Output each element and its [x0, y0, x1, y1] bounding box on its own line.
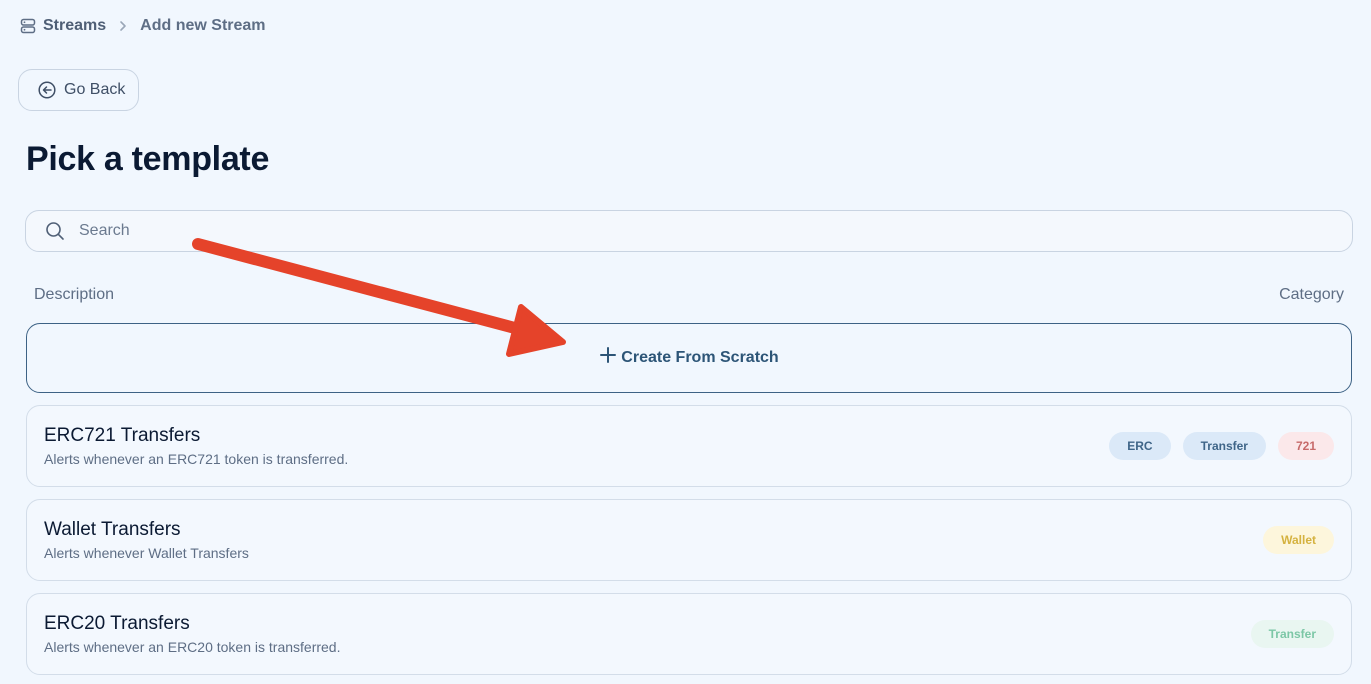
column-header-category: Category: [1279, 286, 1344, 303]
chevron-right-icon: [118, 20, 128, 32]
tag-transfer: Transfer: [1250, 620, 1334, 648]
create-from-scratch-button[interactable]: Create From Scratch: [26, 323, 1352, 393]
template-title: ERC721 Transfers: [44, 425, 201, 446]
search-icon: [45, 221, 65, 241]
tag-erc: ERC: [1109, 432, 1171, 460]
tag-721: 721: [1277, 432, 1334, 460]
breadcrumb: Streams Add new Stream: [20, 15, 266, 37]
page-title: Pick a template: [26, 140, 270, 178]
template-tags: ERC Transfer 721: [1109, 432, 1334, 460]
breadcrumb-streams-link[interactable]: Streams: [43, 17, 106, 35]
template-description: Alerts whenever Wallet Transfers: [44, 545, 249, 561]
tag-wallet: Wallet: [1263, 526, 1334, 554]
go-back-label: Go Back: [64, 81, 126, 98]
tag-transfer: Transfer: [1182, 432, 1266, 460]
create-from-scratch-label: Create From Scratch: [621, 349, 779, 366]
template-tags: Wallet: [1263, 526, 1334, 554]
template-row-wallet[interactable]: Wallet Transfers Alerts whenever Wallet …: [26, 499, 1352, 581]
search-input[interactable]: [79, 222, 1279, 240]
go-back-button[interactable]: Go Back: [18, 69, 139, 111]
template-tags: Transfer: [1250, 620, 1334, 648]
template-row-erc721[interactable]: ERC721 Transfers Alerts whenever an ERC7…: [26, 405, 1352, 487]
template-title: Wallet Transfers: [44, 519, 181, 540]
template-row-erc20[interactable]: ERC20 Transfers Alerts whenever an ERC20…: [26, 593, 1352, 675]
server-stack-icon: [20, 18, 36, 34]
breadcrumb-current: Add new Stream: [140, 17, 266, 34]
plus-icon: [599, 345, 617, 369]
arrow-left-circle-icon: [38, 81, 56, 99]
template-description: Alerts whenever an ERC20 token is transf…: [44, 639, 341, 655]
template-description: Alerts whenever an ERC721 token is trans…: [44, 451, 349, 467]
column-header-description: Description: [34, 286, 115, 303]
page: Streams Add new Stream Go Back Pick a te…: [0, 0, 1371, 684]
search-bar[interactable]: [25, 210, 1353, 252]
template-title: ERC20 Transfers: [44, 613, 190, 634]
